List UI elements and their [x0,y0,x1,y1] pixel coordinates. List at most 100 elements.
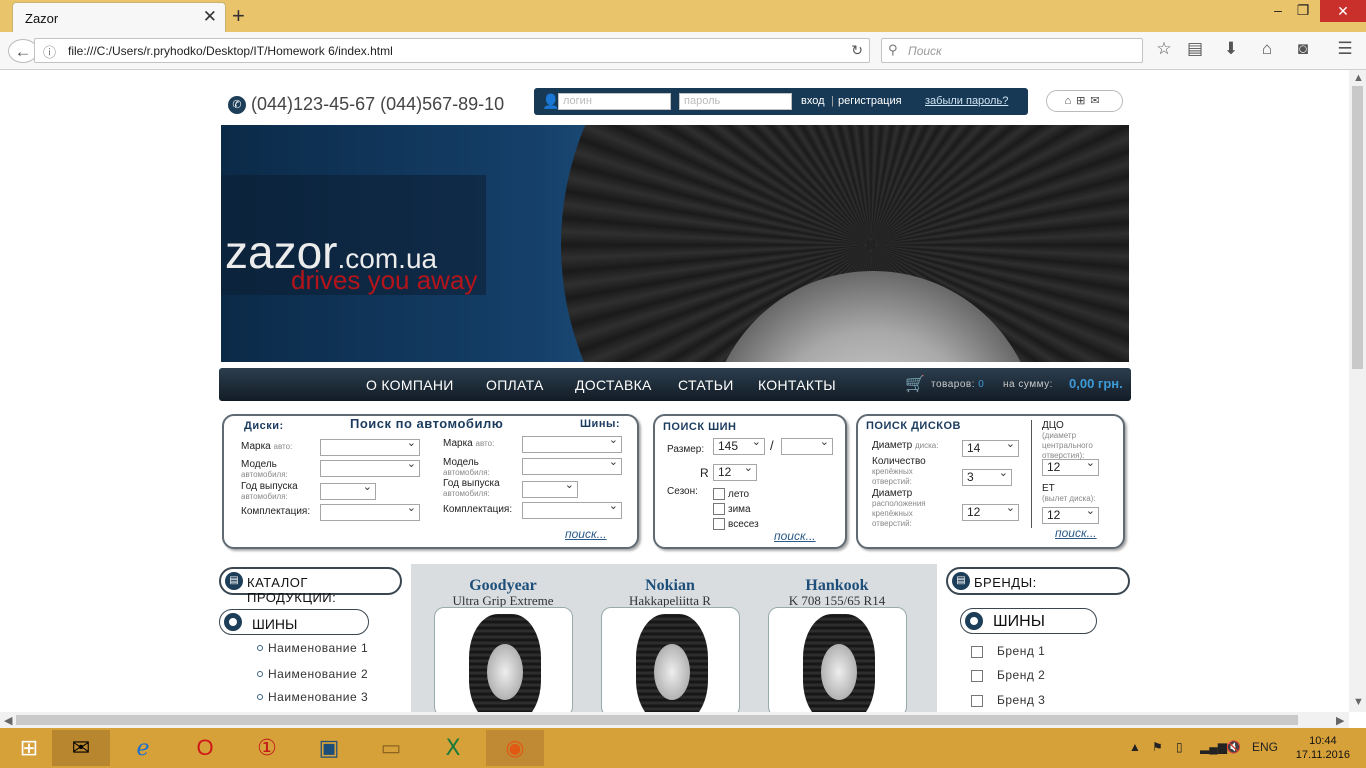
firefox-icon[interactable]: ◉ [486,730,544,766]
scroll-right-icon[interactable]: ▶ [1336,714,1344,727]
count-label: Количество крепёжных отверстий: [872,457,952,487]
scroll-down-icon[interactable]: ▼ [1353,696,1364,708]
window-close-icon[interactable]: ✕ [1320,0,1366,22]
tyre-model-select[interactable] [522,455,622,475]
search-input[interactable]: ⚲ Поиск [881,38,1143,63]
download-icon[interactable]: ⬇ [1219,39,1243,59]
product-card[interactable] [768,607,907,712]
catalog-item[interactable]: Наименование 2 [257,667,368,681]
disk-year-select[interactable] [320,480,376,500]
disk-search-link[interactable]: поиск... [1055,526,1097,540]
info-icon[interactable]: ⓘ [43,42,56,61]
signal-icon[interactable]: ▂▄▆ [1200,740,1227,754]
sitemap-icon[interactable]: ⊞ [1076,95,1090,107]
reload-icon[interactable]: ↻ [851,42,863,59]
catalog-tyres-section[interactable]: ШИНЫ [219,609,369,635]
disk-model-select[interactable] [320,457,420,477]
tyre-year-select[interactable] [522,478,578,498]
banner: zazor.com.ua drives you away [221,125,1129,362]
car-search-link[interactable]: поиск... [565,527,607,541]
minimize-icon[interactable]: – [1266,2,1290,18]
pocket-icon[interactable]: ◙ [1291,39,1315,59]
tray-up-icon[interactable]: ▲ [1129,740,1141,754]
product-card[interactable] [601,607,740,712]
disk-search-title: ПОИСК ДИСКОВ [866,420,961,432]
cart-sum-label: на сумму: [1003,379,1053,390]
home-icon[interactable]: ⌂ [1255,39,1279,59]
pcd-select[interactable]: 12 [962,501,1019,521]
r-select[interactable]: 12 [713,461,757,481]
scroll-up-icon[interactable]: ▲ [1353,72,1364,84]
tyre-ring-icon [224,613,242,631]
cart-items-label: товаров: [931,379,976,390]
menu-item-delivery[interactable]: ДОСТАВКА [575,377,652,393]
count-label-text: Количество [872,456,926,467]
home-icon[interactable]: ⌂ [1064,95,1076,107]
phone-icon: ✆ [228,96,246,114]
cart-icon[interactable]: 🛒 [905,374,925,394]
tyre-brand-select[interactable] [522,433,622,453]
vertical-scroll-thumb[interactable] [1352,86,1363,369]
menu-item-payment[interactable]: ОПЛАТА [486,377,544,393]
disk-config-select[interactable] [320,501,420,521]
language-indicator[interactable]: ENG [1252,740,1278,754]
outlook-icon[interactable]: ✉ [52,730,110,766]
brand-checkbox[interactable] [971,695,983,707]
explorer-icon[interactable]: ▭ [362,730,420,766]
volume-icon[interactable]: 🔇 [1226,740,1241,754]
tab-title: Zazor [25,11,59,26]
excel-icon[interactable]: Ⅹ [424,730,482,766]
password-input[interactable]: пароль [679,93,792,110]
size-profile-select[interactable] [781,435,833,455]
ie-icon[interactable]: ℯ [114,730,172,766]
catalog-item[interactable]: Наименование 3 [257,690,368,704]
disk-brand-select[interactable] [320,436,420,456]
tyre-search-link[interactable]: поиск... [774,529,816,543]
catalog-item[interactable]: Наименование 1 [257,641,368,655]
bookmark-star-icon[interactable]: ☆ [1152,39,1176,59]
size-width-select[interactable]: 145 [713,435,765,455]
vertical-scrollbar[interactable]: ▲ ▼ [1349,70,1366,712]
logo-tagline: drives you away [291,265,478,295]
hamburger-menu-icon[interactable]: ☰ [1333,39,1357,59]
brand-checkbox[interactable] [971,646,983,658]
season-winter-checkbox[interactable] [713,503,725,515]
brand-label-text: Марка [241,441,271,452]
address-bar[interactable]: ⓘ file:///C:/Users/r.pryhodko/Desktop/IT… [34,38,870,63]
document-icon: ▤ [952,572,970,590]
clock[interactable]: 10:44 17.11.2016 [1296,734,1350,762]
season-allseason-checkbox[interactable] [713,518,725,530]
brands-tyres-section[interactable]: ШИНЫ [960,608,1097,634]
new-tab-icon[interactable]: + [232,3,245,29]
opera-icon[interactable]: O [176,730,234,766]
battery-icon[interactable]: ▯ [1176,740,1183,754]
product-card[interactable] [434,607,573,712]
tab-close-icon[interactable]: ✕ [203,7,217,27]
brand-checkbox[interactable] [971,670,983,682]
dco-select[interactable]: 12 [1042,456,1099,476]
browser-tab[interactable]: Zazor ✕ [12,2,226,32]
network-app-icon[interactable]: ▣ [300,730,358,766]
horizontal-scrollbar[interactable]: ◀ ▶ [0,712,1349,728]
scroll-left-icon[interactable]: ◀ [4,714,12,727]
flag-icon[interactable]: ⚑ [1152,740,1163,754]
menu-item-company[interactable]: О КОМПАНИ [366,377,454,393]
menu-item-contacts[interactable]: КОНТАКТЫ [758,377,836,393]
reading-list-icon[interactable]: ▤ [1183,39,1207,59]
onec-icon[interactable]: ① [238,730,296,766]
enter-link[interactable]: вход [801,95,825,107]
mail-icon[interactable]: ✉ [1090,95,1104,107]
login-input[interactable]: логин [558,93,671,110]
menu-item-articles[interactable]: СТАТЬИ [678,377,734,393]
maximize-icon[interactable]: ❐ [1291,2,1315,19]
count-select[interactable]: 3 [962,466,1012,486]
season-summer-checkbox[interactable] [713,488,725,500]
horizontal-scroll-thumb[interactable] [16,715,1298,725]
start-icon[interactable]: ⊞ [0,730,58,766]
tyre-config-select[interactable] [522,499,622,519]
register-link[interactable]: регистрация [838,95,902,107]
et-select[interactable]: 12 [1042,504,1099,524]
forgot-password-link[interactable]: забыли пароль? [925,95,1008,107]
diameter-select[interactable]: 14 [962,437,1019,457]
brand-label: Марка авто: [241,442,292,452]
